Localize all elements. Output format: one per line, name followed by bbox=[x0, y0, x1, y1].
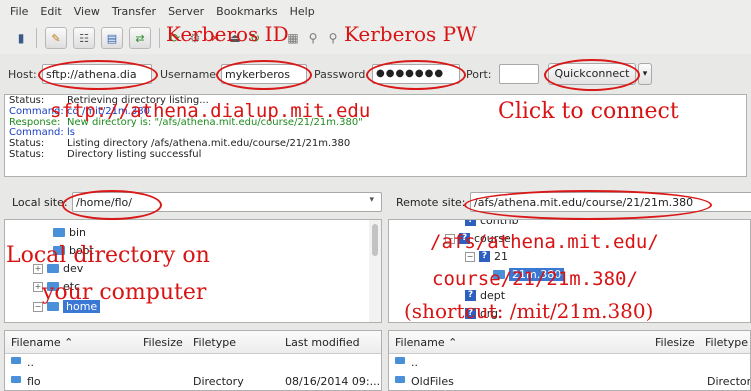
remote-file-list-header: Filename ⌃ Filesize Filetype bbox=[389, 331, 750, 354]
log-text: Directory listing successful bbox=[67, 148, 202, 160]
local-file-list[interactable]: Filename ⌃ Filesize Filetype Last modifi… bbox=[4, 330, 382, 391]
annotation-kerberos-id: Kerberos ID bbox=[166, 22, 289, 46]
file-row[interactable]: .. bbox=[5, 355, 381, 371]
menu-file[interactable]: File bbox=[10, 5, 28, 18]
annotation-remote-path-1: /afs/athena.mit.edu/ bbox=[430, 231, 659, 253]
local-path-annotation-ellipse bbox=[62, 190, 162, 220]
password-annotation-ellipse bbox=[366, 60, 466, 90]
local-site-bar: Local site: /home/flo/ ▾ bbox=[4, 187, 382, 217]
tree-item-contrib[interactable]: ? contrib bbox=[465, 219, 519, 227]
file-name: flo bbox=[27, 375, 41, 388]
file-row[interactable]: .. bbox=[389, 355, 750, 371]
scrollbar-thumb[interactable] bbox=[372, 224, 378, 256]
column-filesize[interactable]: Filesize bbox=[655, 336, 695, 349]
remote-path-annotation-ellipse bbox=[464, 190, 712, 220]
toggle-log-icon[interactable]: ✎ bbox=[45, 27, 67, 49]
quickconnect-dropdown-button[interactable]: ▾ bbox=[638, 63, 652, 85]
toolbar-separator bbox=[159, 28, 160, 48]
search-remote-icon[interactable]: ⚲ bbox=[326, 31, 340, 45]
username-annotation-ellipse bbox=[216, 60, 312, 90]
remote-site-label: Remote site: bbox=[396, 195, 466, 209]
file-row[interactable]: OldFiles Director bbox=[389, 374, 750, 390]
host-annotation-ellipse bbox=[38, 60, 158, 90]
annotation-host-prefix: sftp:// bbox=[50, 100, 131, 122]
file-modified: 08/16/2014 09:... bbox=[285, 375, 381, 388]
local-file-list-header: Filename ⌃ Filesize Filetype Last modifi… bbox=[5, 331, 381, 354]
chevron-down-icon[interactable]: ▾ bbox=[369, 195, 374, 205]
column-filename[interactable]: Filename ⌃ bbox=[11, 336, 73, 349]
menubar: File Edit View Transfer Server Bookmarks… bbox=[0, 0, 751, 22]
port-label: Port: bbox=[466, 68, 492, 81]
file-name: OldFiles bbox=[411, 375, 454, 388]
toolbar-separator bbox=[36, 28, 37, 48]
annotation-host-name: athena.dialup.mit.edu bbox=[130, 100, 371, 122]
file-type: Directory bbox=[193, 375, 244, 388]
local-tree-scrollbar[interactable] bbox=[369, 220, 381, 322]
file-type: Director bbox=[707, 375, 751, 388]
log-line: Status: Directory listing successful bbox=[9, 148, 742, 161]
log-text: Listing directory /afs/athena.mit.edu/co… bbox=[67, 138, 351, 150]
toggle-queue-icon[interactable]: ⇄ bbox=[129, 27, 151, 49]
password-label: Password: bbox=[314, 68, 370, 81]
log-text: ls bbox=[67, 127, 75, 139]
local-site-label: Local site: bbox=[12, 195, 68, 209]
port-input[interactable] bbox=[499, 64, 539, 84]
log-type: Status: bbox=[9, 148, 45, 160]
collapse-icon[interactable]: − bbox=[465, 251, 475, 262]
file-row[interactable]: flo Directory 08/16/2014 09:... bbox=[5, 374, 381, 390]
column-filename[interactable]: Filename ⌃ bbox=[395, 336, 457, 349]
quickconnect-annotation-ellipse bbox=[544, 59, 640, 91]
annotation-local-directory: Local directory on bbox=[6, 243, 210, 268]
folder-icon bbox=[53, 228, 65, 237]
synchronized-browsing-icon[interactable]: ⚲ bbox=[306, 31, 320, 45]
host-label: Host: bbox=[8, 68, 37, 81]
column-filesize[interactable]: Filesize bbox=[143, 336, 183, 349]
menu-help[interactable]: Help bbox=[290, 5, 315, 18]
annotation-click-to-connect: Click to connect bbox=[498, 99, 679, 124]
tree-item-bin[interactable]: bin bbox=[53, 226, 86, 239]
annotation-host: sftp://athena.dialup.mit.edu bbox=[50, 100, 370, 122]
column-last-modified[interactable]: Last modified bbox=[285, 336, 360, 349]
annotation-kerberos-pw: Kerberos PW bbox=[344, 22, 477, 46]
annotation-your-computer: your computer bbox=[42, 280, 207, 305]
menu-transfer[interactable]: Transfer bbox=[112, 5, 156, 18]
file-name: .. bbox=[27, 356, 34, 369]
site-manager-icon[interactable]: ▮ bbox=[14, 31, 28, 45]
username-label: Username: bbox=[160, 68, 220, 81]
menu-server[interactable]: Server bbox=[168, 5, 204, 18]
tree-item-label: bin bbox=[69, 226, 87, 239]
toggle-remote-tree-icon[interactable]: ▤ bbox=[101, 27, 123, 49]
tree-item-label: contrib bbox=[480, 219, 519, 227]
file-name: .. bbox=[411, 356, 418, 369]
unknown-folder-icon: ? bbox=[465, 220, 476, 226]
menu-bookmarks[interactable]: Bookmarks bbox=[216, 5, 277, 18]
toggle-tree-icon[interactable]: ☷ bbox=[73, 27, 95, 49]
menu-edit[interactable]: Edit bbox=[40, 5, 61, 18]
annotation-remote-path-2: course/21/21m.380/ bbox=[432, 268, 638, 290]
remote-file-list[interactable]: Filename ⌃ Filesize Filetype .. OldFiles… bbox=[388, 330, 751, 391]
column-filetype[interactable]: Filetype bbox=[705, 336, 748, 349]
local-directory-tree[interactable]: bin boot + dev + etc − home bbox=[4, 219, 382, 323]
column-filetype[interactable]: Filetype bbox=[193, 336, 236, 349]
menu-view[interactable]: View bbox=[74, 5, 100, 18]
annotation-shortcut: (shortcut: /mit/21m.380) bbox=[404, 299, 654, 323]
